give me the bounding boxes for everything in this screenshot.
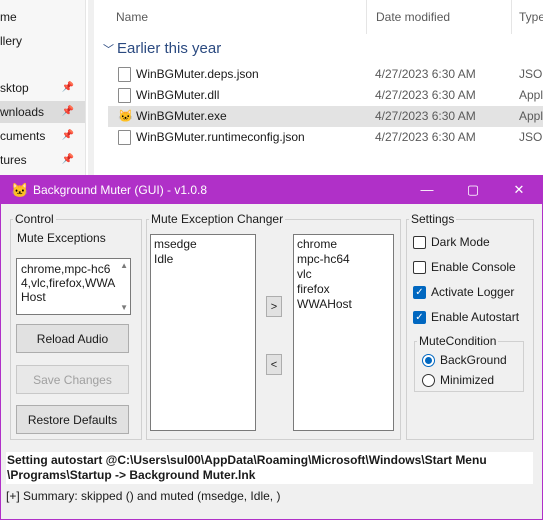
navigation-scrollbar[interactable] [88,0,94,175]
file-date: 4/27/2023 6:30 AM [375,67,476,81]
list-item[interactable]: vlc [297,267,390,282]
nav-item-label: wnloads [0,105,45,119]
file-type: JSON [519,130,543,144]
nav-item-label: llery [0,34,23,48]
file-date: 4/27/2023 6:30 AM [375,130,476,144]
file-date: 4/27/2023 6:30 AM [375,109,476,123]
file-type: JSON [519,67,543,81]
chevron-down-icon: ﹀ [103,44,114,56]
file-name: WinBGMuter.runtimeconfig.json [136,130,305,144]
list-item[interactable]: msedge [154,237,252,252]
app-exe-icon: 🐱 [118,109,133,123]
column-divider[interactable] [366,0,367,34]
pin-icon: 📌 [61,106,74,117]
column-divider[interactable] [511,0,512,34]
file-icon [118,67,131,82]
minimize-button[interactable]: — [404,176,450,204]
checkbox-label: Enable Autostart [431,310,520,324]
navigation-pane: me llery sktop 📌 wnloads 📌 cuments 📌 tures 📌 [0,0,86,175]
file-name: WinBGMuter.deps.json [136,67,259,81]
reload-audio-button[interactable]: Reload Audio [16,324,129,353]
file-icon [118,130,131,145]
summary-text: [+] Summary: skipped () and muted (msedg… [6,489,281,503]
nav-item-label: sktop [0,81,29,95]
maximize-button[interactable]: ▢ [450,176,496,204]
exception-apps-list[interactable]: chrome mpc-hc64 vlc firefox WWAHost [293,234,394,431]
title-bar[interactable]: 🐱 Background Muter (GUI) - v1.0.8 — ▢ ✕ [1,176,542,204]
checkbox-box[interactable] [413,261,426,274]
radio-label: BackGround [440,353,507,367]
cat-app-icon: 🐱 [11,182,29,198]
checkbox-label: Activate Logger [431,285,515,299]
file-name: WinBGMuter.dll [136,88,220,102]
radio-dot[interactable] [422,354,435,367]
file-explorer-window: me llery sktop 📌 wnloads 📌 cuments 📌 tures 📌… [0,0,543,175]
file-row[interactable]: 🐱 WinBGMuter.exe 4/27/2023 6:30 AM Appl [108,106,543,127]
nav-item-label: cuments [0,129,46,143]
list-item[interactable]: chrome [297,237,390,252]
log-line: Setting autostart @C:\Users\sul00\AppDat… [7,453,487,467]
column-header-name[interactable]: Name [116,0,148,34]
file-row[interactable]: WinBGMuter.dll 4/27/2023 6:30 AM Appl [108,85,543,106]
column-header-date[interactable]: Date modified [376,0,450,34]
nav-item-home[interactable]: me [0,6,85,28]
pin-icon: 📌 [61,154,74,165]
checkbox-label: Dark Mode [431,235,490,249]
nav-item-documents[interactable]: cuments 📌 [0,125,85,147]
checkbox-box[interactable] [413,236,426,249]
file-type: Appl [519,88,543,102]
file-name: WinBGMuter.exe [136,109,227,123]
nav-item-label: me [0,10,17,24]
control-group-label: Control [15,212,54,226]
column-header-type[interactable]: Type [519,0,543,34]
muted-apps-list[interactable]: msedge Idle [150,234,256,431]
file-type: Appl [519,109,543,123]
file-row[interactable]: WinBGMuter.runtimeconfig.json 4/27/2023 … [108,127,543,148]
checkmark-icon[interactable]: ✓ [413,311,426,324]
list-item[interactable]: firefox [297,282,390,297]
log-line: \Programs\Startup -> Background Muter.ln… [7,468,256,482]
pin-icon: 📌 [61,82,74,93]
list-item[interactable]: mpc-hc64 [297,252,390,267]
mute-exceptions-textbox[interactable]: chrome,mpc-hc64,vlc,firefox,WWAHost ▲ ▼ [16,258,131,315]
scroll-up-icon[interactable]: ▲ [120,261,128,270]
move-right-button[interactable]: > [266,296,282,317]
nav-item-downloads[interactable]: wnloads 📌 [0,101,85,123]
move-left-button[interactable]: < [266,354,282,375]
mute-exceptions-label: Mute Exceptions [17,231,106,245]
nav-item-label: tures [0,153,27,167]
radio-dot[interactable] [422,374,435,387]
file-group-header[interactable]: ﹀ Earlier this year [103,38,221,60]
save-changes-button[interactable]: Save Changes [16,365,129,394]
settings-group-label: Settings [411,212,455,226]
close-button[interactable]: ✕ [496,176,542,204]
file-row[interactable]: WinBGMuter.deps.json 4/27/2023 6:30 AM J… [108,64,543,85]
scroll-down-icon[interactable]: ▼ [120,303,128,312]
pin-icon: 📌 [61,130,74,141]
nav-item-desktop[interactable]: sktop 📌 [0,77,85,99]
checkmark-icon[interactable]: ✓ [413,286,426,299]
mute-exceptions-text: chrome,mpc-hc64,vlc,firefox,WWAHost [21,262,116,304]
background-muter-window: 🐱 Background Muter (GUI) - v1.0.8 — ▢ ✕ … [0,175,543,520]
restore-defaults-button[interactable]: Restore Defaults [16,405,129,434]
mute-condition-label: MuteCondition [419,334,497,348]
file-date: 4/27/2023 6:30 AM [375,88,476,102]
changer-group-label: Mute Exception Changer [151,212,284,226]
file-icon [118,88,131,103]
list-item[interactable]: WWAHost [297,297,390,312]
checkbox-label: Enable Console [431,260,516,274]
radio-label: Minimized [440,373,495,387]
nav-item-gallery[interactable]: llery [0,30,85,52]
window-title: Background Muter (GUI) - v1.0.8 [33,183,208,197]
group-label: Earlier this year [117,40,222,57]
log-output-box[interactable]: Setting autostart @C:\Users\sul00\AppDat… [6,452,533,484]
list-item[interactable]: Idle [154,252,252,267]
nav-item-pictures[interactable]: tures 📌 [0,149,85,171]
